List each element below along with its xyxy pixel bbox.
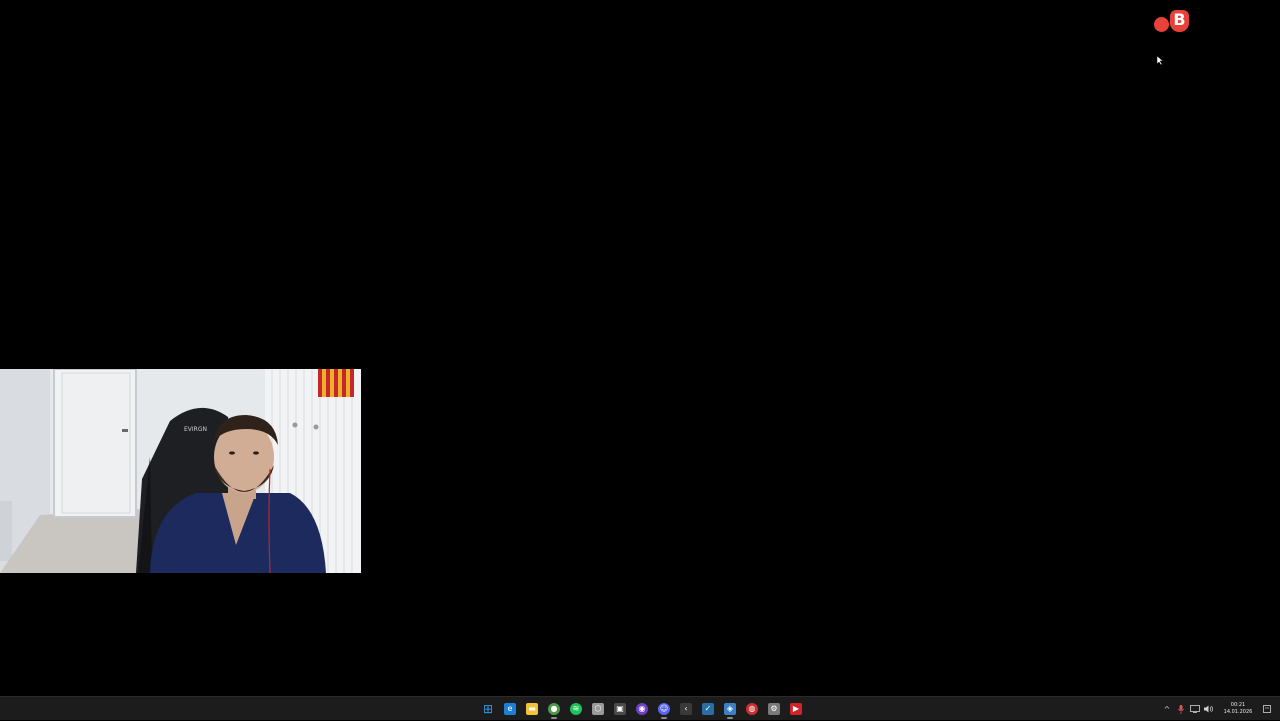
- logo-letter-b: B: [1170, 10, 1189, 32]
- start-icon: ⊞: [482, 702, 494, 716]
- running-indicator: [551, 717, 557, 719]
- edge-icon: e: [504, 703, 516, 715]
- spotify-icon: ≋: [570, 703, 582, 715]
- taskbar-settings-button[interactable]: ⚙: [763, 698, 785, 720]
- overlay-logo: B: [1152, 10, 1192, 36]
- taskbar-github-button[interactable]: ◉: [631, 698, 653, 720]
- taskbar-clock[interactable]: 00:21 14.01.2026: [1218, 697, 1258, 721]
- taskbar-edge-button[interactable]: e: [499, 698, 521, 720]
- system-tray: ^ 00:21 14.01.2026: [1160, 697, 1280, 721]
- discord-icon: ☺: [658, 703, 670, 715]
- taskbar-unity-button[interactable]: ⬡: [587, 698, 609, 720]
- kick-icon: ‹: [680, 703, 692, 715]
- taskbar-app-button[interactable]: ▣: [609, 698, 631, 720]
- record-icon: ◍: [746, 703, 758, 715]
- running-indicator: [661, 717, 667, 719]
- volume-icon[interactable]: [1202, 697, 1216, 721]
- logo-dot-icon: [1154, 17, 1169, 32]
- mouse-cursor-icon: [1156, 56, 1164, 66]
- webcam-feed: EVIRGN: [0, 369, 361, 573]
- taskbar-chrome-button[interactable]: ●: [543, 698, 565, 720]
- desktop: B EVIRGN: [0, 0, 1280, 696]
- steam-icon: ✓: [702, 703, 714, 715]
- taskbar-pinned-apps: ⊞ e ▬ ● ≋ ⬡ ▣ ◉ ☺ ‹ ✓ ◈ ◍ ⚙ ▶: [477, 697, 807, 721]
- media-player-icon: ▶: [790, 703, 802, 715]
- taskbar-file-explorer-button[interactable]: ▬: [521, 698, 543, 720]
- taskbar-browser-button[interactable]: ◈: [719, 698, 741, 720]
- github-icon: ◉: [636, 703, 648, 715]
- network-icon[interactable]: [1188, 697, 1202, 721]
- unity-icon: ⬡: [592, 703, 604, 715]
- microphone-icon[interactable]: [1174, 697, 1188, 721]
- clock-time: 00:21: [1230, 702, 1246, 708]
- taskbar-discord-button[interactable]: ☺: [653, 698, 675, 720]
- taskbar-start-button[interactable]: ⊞: [477, 698, 499, 720]
- running-indicator: [727, 717, 733, 719]
- tray-chevron-icon[interactable]: ^: [1160, 697, 1174, 721]
- taskbar-steam-button[interactable]: ✓: [697, 698, 719, 720]
- taskbar-kick-button[interactable]: ‹: [675, 698, 697, 720]
- app-icon: ▣: [614, 703, 626, 715]
- browser-icon: ◈: [724, 703, 736, 715]
- taskbar-media-player-button[interactable]: ▶: [785, 698, 807, 720]
- notifications-icon[interactable]: [1260, 697, 1274, 721]
- taskbar: ⊞ e ▬ ● ≋ ⬡ ▣ ◉ ☺ ‹ ✓ ◈ ◍ ⚙ ▶ ^ 00:21 14.01.2026: [0, 696, 1280, 720]
- chrome-icon: ●: [548, 703, 560, 715]
- clock-date: 14.01.2026: [1223, 709, 1253, 715]
- taskbar-record-button[interactable]: ◍: [741, 698, 763, 720]
- settings-icon: ⚙: [768, 703, 780, 715]
- taskbar-spotify-button[interactable]: ≋: [565, 698, 587, 720]
- file-explorer-icon: ▬: [526, 703, 538, 715]
- chair-brand-text: EVIRGN: [184, 426, 207, 433]
